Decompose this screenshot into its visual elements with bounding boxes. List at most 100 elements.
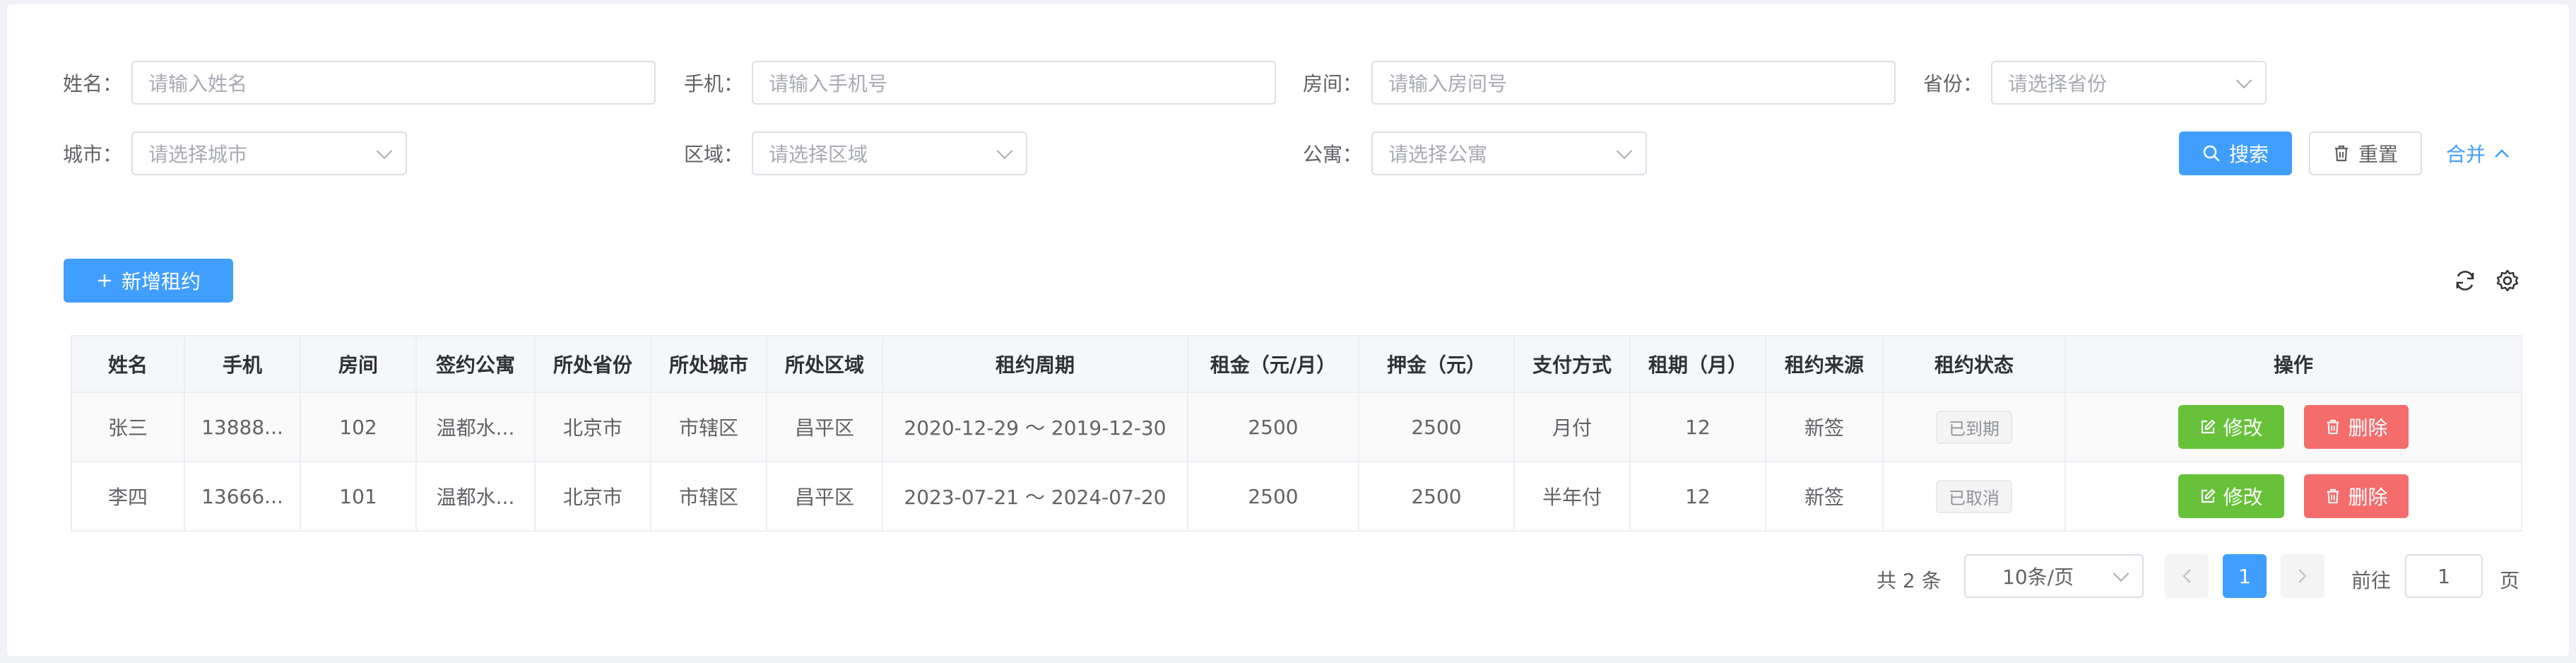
room-input[interactable]: 请输入房间号 [1371, 61, 1896, 105]
column-header[interactable]: 姓名 [71, 335, 185, 393]
cell-district: 昌平区 [766, 461, 883, 532]
column-header[interactable]: 所处区域 [766, 335, 883, 393]
name-input[interactable]: 请输入姓名 [131, 61, 656, 105]
cell-term: 12 [1629, 392, 1766, 462]
delete-button[interactable]: 删除 [2304, 474, 2409, 518]
chevron-down-icon [1616, 143, 1633, 160]
cell-phone: 13666... [184, 461, 301, 532]
room-form-item: 房间： [1303, 61, 1362, 105]
chevron-up-icon [2494, 148, 2510, 158]
column-header[interactable]: 租约来源 [1765, 335, 1884, 393]
reset-button-label: 重置 [2358, 143, 2398, 166]
column-header[interactable]: 房间 [300, 335, 417, 393]
district-select[interactable]: 请选择区域 [752, 131, 1027, 175]
collapse-label: 合并 [2445, 143, 2486, 166]
name-placeholder: 请输入姓名 [148, 72, 248, 95]
district-placeholder: 请选择区域 [769, 143, 868, 166]
apartment-label: 公寓： [1303, 143, 1363, 166]
chevron-down-icon [2235, 72, 2252, 89]
name-label: 姓名： [63, 72, 123, 95]
column-header[interactable]: 租约周期 [882, 335, 1188, 393]
apartment-form-item: 公寓： [1303, 131, 1362, 175]
cell-province: 北京市 [534, 461, 651, 532]
edit-button[interactable]: 修改 [2178, 474, 2284, 518]
cell-period: 2020-12-29 ～ 2019-12-30 [882, 392, 1188, 462]
table-row: 李四 13666... 101 温都水... 北京市 市辖区 昌平区 2023-… [71, 461, 2522, 532]
cell-source: 新签 [1765, 461, 1884, 532]
delete-button-label: 删除 [2348, 486, 2388, 509]
column-header[interactable]: 租期（月） [1629, 335, 1766, 393]
next-page-button[interactable] [2281, 554, 2324, 598]
gear-icon[interactable] [2495, 269, 2519, 293]
chevron-left-icon [2182, 568, 2192, 584]
cell-status: 已到期 [1882, 392, 2066, 462]
edit-button[interactable]: 修改 [2178, 405, 2284, 449]
trash-icon [2325, 488, 2341, 505]
province-label: 省份： [1923, 72, 1983, 95]
trash-icon [2333, 144, 2350, 163]
province-select[interactable]: 请选择省份 [1991, 61, 2267, 105]
phone-label: 手机： [684, 72, 744, 95]
cell-period: 2023-07-21 ～ 2024-07-20 [882, 461, 1188, 532]
cell-district: 昌平区 [766, 392, 883, 462]
phone-input[interactable]: 请输入手机号 [752, 61, 1276, 105]
add-lease-label: 新增租约 [121, 270, 201, 293]
page-suffix: 页 [2500, 569, 2520, 592]
edit-button-label: 修改 [2223, 486, 2263, 509]
goto-label: 前往 [2351, 569, 2392, 592]
chevron-down-icon [2113, 565, 2129, 582]
column-header[interactable]: 押金（元） [1358, 335, 1515, 393]
apartment-placeholder: 请选择公寓 [1388, 143, 1488, 166]
lease-table: 姓名 手机 房间 签约公寓 所处省份 所处城市 所处区域 租约周期 租金（元/月… [71, 335, 2522, 532]
search-button[interactable]: 搜索 [2179, 131, 2292, 175]
refresh-icon[interactable] [2453, 269, 2477, 293]
cell-name: 李四 [71, 461, 185, 532]
add-lease-button[interactable]: 新增租约 [64, 259, 233, 303]
room-placeholder: 请输入房间号 [1388, 72, 1508, 95]
cell-name: 张三 [71, 392, 185, 462]
prev-page-button[interactable] [2165, 554, 2209, 598]
cell-actions: 修改 删除 [2064, 392, 2522, 462]
column-header[interactable]: 所处省份 [534, 335, 651, 393]
phone-form-item: 手机： [684, 61, 743, 105]
page-number-1[interactable]: 1 [2223, 554, 2267, 598]
cell-province: 北京市 [534, 392, 651, 462]
cell-rent: 2500 [1187, 461, 1359, 532]
chevron-right-icon [2298, 568, 2308, 584]
edit-button-label: 修改 [2223, 416, 2263, 440]
room-label: 房间： [1303, 72, 1363, 95]
page-size-select[interactable]: 10条/页 [1964, 554, 2144, 598]
delete-button[interactable]: 删除 [2304, 405, 2409, 449]
cell-source: 新签 [1765, 392, 1884, 462]
search-icon [2202, 144, 2221, 163]
cell-city: 市辖区 [650, 392, 767, 462]
cell-payment: 半年付 [1513, 461, 1631, 532]
district-form-item: 区域： [684, 131, 743, 175]
cell-apartment: 温都水... [415, 392, 536, 462]
column-header[interactable]: 租约状态 [1882, 335, 2066, 393]
column-header[interactable]: 手机 [184, 335, 301, 393]
name-form-item: 姓名： [63, 61, 122, 105]
cell-term: 12 [1629, 461, 1766, 532]
district-label: 区域： [684, 143, 744, 166]
city-placeholder: 请选择城市 [148, 143, 248, 166]
city-select[interactable]: 请选择城市 [131, 131, 407, 175]
cell-deposit: 2500 [1358, 461, 1515, 532]
column-header[interactable]: 支付方式 [1513, 335, 1631, 393]
edit-icon [2199, 418, 2216, 435]
column-header[interactable]: 租金（元/月） [1187, 335, 1359, 393]
cell-payment: 月付 [1513, 392, 1631, 462]
trash-icon [2325, 418, 2341, 435]
column-header[interactable]: 签约公寓 [415, 335, 536, 393]
collapse-toggle[interactable]: 合并 [2439, 131, 2517, 175]
column-header[interactable]: 所处城市 [650, 335, 767, 393]
province-placeholder: 请选择省份 [2008, 72, 2108, 95]
reset-button[interactable]: 重置 [2309, 131, 2422, 175]
apartment-select[interactable]: 请选择公寓 [1371, 131, 1647, 175]
goto-page-value: 1 [2438, 564, 2450, 588]
goto-page-input[interactable]: 1 [2405, 554, 2483, 598]
cell-city: 市辖区 [650, 461, 767, 532]
plus-icon [96, 272, 113, 289]
cell-phone: 13888... [184, 392, 301, 462]
cell-apartment: 温都水... [415, 461, 536, 532]
